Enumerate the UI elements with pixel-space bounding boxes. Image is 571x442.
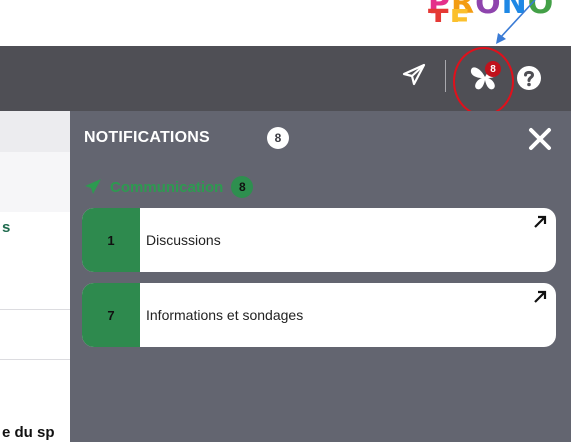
background-faint-area (0, 152, 70, 212)
background-text-fragment-1: s (2, 219, 11, 236)
send-message-button[interactable] (398, 59, 430, 91)
header-divider (445, 60, 446, 92)
item-label: Informations et sondages (146, 307, 304, 323)
item-label: Discussions (146, 232, 221, 248)
help-icon (517, 66, 541, 90)
close-icon (529, 128, 551, 150)
logo-letter-4: N (501, 0, 528, 21)
background-page (0, 111, 70, 442)
help-button[interactable] (513, 62, 545, 94)
open-arrow-icon (534, 215, 547, 228)
logo-letter-7: E (449, 4, 471, 23)
send-icon (85, 179, 101, 194)
panel-title: NOTIFICATIONS (84, 129, 210, 146)
category-label: Communication (110, 178, 224, 196)
background-divider-1 (0, 309, 70, 310)
background-band (0, 111, 70, 152)
category-communication: Communication 8 (84, 175, 254, 199)
close-button[interactable] (526, 125, 554, 153)
item-count: 7 (82, 283, 140, 347)
logo-letter-3: O (475, 0, 502, 21)
logo-letter-5: O (527, 0, 555, 21)
paper-plane-icon (402, 63, 426, 86)
background-divider-2 (0, 359, 70, 360)
notification-item-informations-sondages[interactable]: 7 Informations et sondages (82, 283, 556, 347)
notifications-panel: NOTIFICATIONS 8 Communication 8 1 Discus… (70, 111, 571, 442)
logo-letter-6: T (428, 4, 450, 23)
item-count: 1 (82, 208, 140, 272)
notification-count-badge: 8 (485, 61, 501, 77)
category-count-badge: 8 (231, 176, 254, 198)
pronote-logo: PRONOTE (428, 0, 568, 22)
open-arrow-icon (534, 290, 547, 303)
panel-total-badge: 8 (267, 127, 289, 149)
notification-item-discussions[interactable]: 1 Discussions (82, 208, 556, 272)
notifications-button[interactable] (460, 54, 510, 102)
background-text-fragment-2: e du sp (2, 424, 55, 441)
